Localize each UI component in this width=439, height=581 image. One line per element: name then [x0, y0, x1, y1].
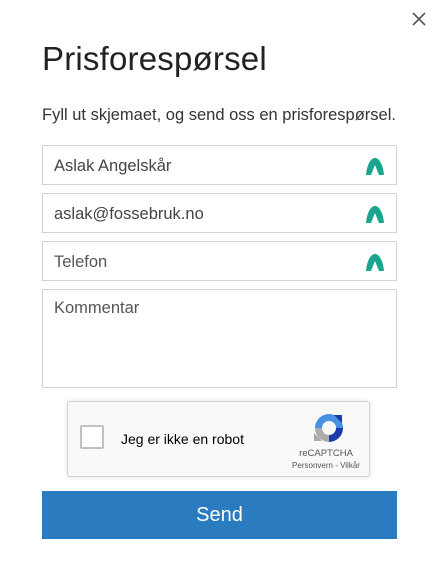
- name-field: [42, 145, 397, 185]
- recaptcha-logo-icon: [314, 414, 343, 442]
- phone-field: [42, 241, 397, 281]
- lastpass-autofill-icon[interactable]: [365, 252, 385, 272]
- email-input[interactable]: [54, 203, 354, 225]
- recaptcha-checkbox[interactable]: [80, 425, 104, 449]
- recaptcha-widget: Jeg er ikke en robot reCAPTCHA Personver…: [67, 401, 370, 477]
- recaptcha-privacy-link[interactable]: Personvern: [292, 461, 333, 470]
- recaptcha-brand: reCAPTCHA: [299, 448, 353, 459]
- comment-field: [42, 289, 397, 388]
- recaptcha-separator: -: [332, 461, 341, 470]
- dialog-subtitle: Fyll ut skjemaet, og send oss en prisfor…: [42, 106, 396, 124]
- name-input[interactable]: [54, 155, 354, 177]
- send-button[interactable]: Send: [42, 491, 397, 539]
- recaptcha-checkbox-label: Jeg er ikke en robot: [121, 431, 244, 447]
- dialog-title: Prisforespørsel: [42, 40, 267, 77]
- lastpass-autofill-icon[interactable]: [365, 156, 385, 176]
- recaptcha-terms-link[interactable]: Vilkår: [340, 461, 360, 470]
- close-icon[interactable]: [409, 9, 429, 29]
- email-field: [42, 193, 397, 233]
- recaptcha-terms: Personvern - Vilkår: [268, 461, 384, 470]
- phone-input[interactable]: [54, 251, 354, 273]
- comment-textarea[interactable]: [54, 299, 354, 379]
- lastpass-autofill-icon[interactable]: [365, 204, 385, 224]
